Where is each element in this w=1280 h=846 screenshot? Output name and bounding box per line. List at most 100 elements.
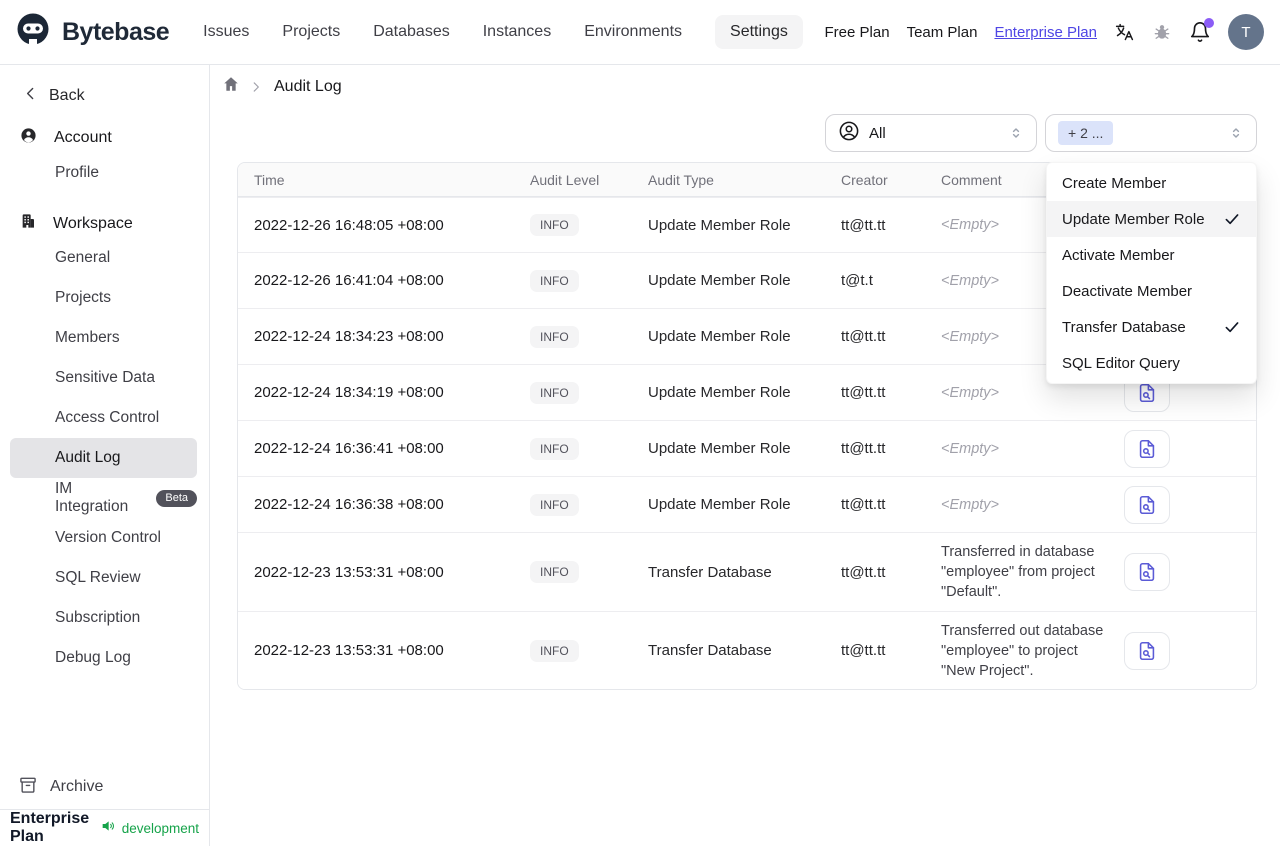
bytebase-logo-icon [14, 11, 52, 54]
plan-footer: Enterprise Plan development [0, 810, 209, 846]
environment-mode-label: development [121, 820, 199, 836]
creator-filter-select[interactable]: All [825, 114, 1037, 152]
selector-icon [1228, 125, 1244, 141]
cell-time: 2022-12-24 18:34:23 +08:00 [254, 328, 444, 345]
brand-name: Bytebase [62, 17, 170, 46]
cell-creator: tt@tt.tt [841, 328, 886, 345]
team-plan-link[interactable]: Team Plan [907, 24, 978, 41]
sidebar-group-workspace: Workspace [20, 213, 209, 234]
cell-creator: tt@tt.tt [841, 440, 886, 457]
level-badge: INFO [530, 325, 579, 348]
cell-level: INFO [530, 493, 648, 516]
cell-comment: Transferred out database "employee" to p… [941, 622, 1104, 679]
cell-audit-type: Update Member Role [648, 216, 791, 234]
bug-report-icon[interactable] [1152, 22, 1172, 42]
nav-item-settings[interactable]: Settings [715, 15, 803, 49]
breadcrumb: Audit Log [222, 75, 342, 98]
cell-creator: t@t.t [841, 272, 873, 289]
menu-item-transfer-database[interactable]: Transfer Database [1047, 309, 1256, 345]
nav-item-instances[interactable]: Instances [483, 23, 551, 41]
sidebar-item-general[interactable]: General [10, 238, 197, 278]
view-detail-button[interactable] [1124, 631, 1170, 670]
sidebar-item-sensitive-data[interactable]: Sensitive Data [10, 358, 197, 398]
menu-item-deactivate-member[interactable]: Deactivate Member [1047, 273, 1256, 309]
cell-comment: <Empty> [941, 496, 1000, 513]
cell-time: 2022-12-23 13:53:31 +08:00 [254, 563, 444, 581]
menu-item-sql-editor-query[interactable]: SQL Editor Query [1047, 345, 1256, 381]
sidebar-item-profile[interactable]: Profile [10, 153, 197, 193]
filter-bar: All + 2 ... [825, 114, 1257, 152]
sidebar-bottom: Archive Enterprise Plan development [0, 765, 209, 846]
view-detail-button[interactable] [1124, 429, 1170, 468]
back-button[interactable]: Back [22, 85, 209, 107]
cell-level: INFO [530, 437, 648, 460]
cell-level: INFO [530, 639, 648, 662]
cell-audit-type: Transfer Database [648, 563, 772, 581]
cell-actions [1124, 485, 1256, 524]
view-detail-button[interactable] [1124, 553, 1170, 591]
cell-level: INFO [530, 561, 648, 583]
cell-creator: tt@tt.tt [841, 642, 886, 659]
cell-actions [1124, 553, 1256, 591]
notification-dot [1204, 18, 1214, 28]
sidebar-item-version-control[interactable]: Version Control [10, 518, 197, 558]
home-icon[interactable] [222, 75, 240, 98]
column-header-creator: Creator [841, 171, 888, 188]
menu-item-label: Transfer Database [1062, 318, 1186, 336]
chevron-left-icon [22, 85, 39, 107]
nav-item-environments[interactable]: Environments [584, 23, 682, 41]
view-detail-button[interactable] [1124, 485, 1170, 524]
free-plan-link[interactable]: Free Plan [825, 24, 890, 41]
user-avatar[interactable]: T [1228, 14, 1264, 50]
back-label: Back [49, 87, 85, 104]
level-badge: INFO [530, 493, 579, 516]
notification-bell-icon[interactable] [1189, 18, 1214, 43]
audit-type-filter-select[interactable]: + 2 ... [1045, 114, 1257, 152]
sidebar-item-access-control[interactable]: Access Control [10, 398, 197, 438]
enterprise-plan-link[interactable]: Enterprise Plan [994, 24, 1097, 41]
cell-audit-type: Update Member Role [648, 496, 791, 513]
cell-audit-type: Transfer Database [648, 642, 772, 659]
level-badge: INFO [530, 269, 579, 292]
archive-icon [18, 775, 38, 800]
cell-actions [1124, 631, 1256, 670]
menu-item-create-member[interactable]: Create Member [1047, 165, 1256, 201]
table-row: 2022-12-23 13:53:31 +08:00 INFO Transfer… [238, 532, 1256, 611]
sidebar-item-sql-review[interactable]: SQL Review [10, 558, 197, 598]
audit-type-filter-menu: Create Member Update Member Role Activat… [1046, 162, 1257, 384]
nav-item-databases[interactable]: Databases [373, 23, 450, 41]
audit-log-page: Audit Log All + 2 ... Time Audit Level A… [210, 65, 1280, 846]
cell-time: 2022-12-26 16:48:05 +08:00 [254, 216, 444, 234]
top-nav: Bytebase Issues Projects Databases Insta… [0, 0, 1280, 65]
main-nav: Issues Projects Databases Instances Envi… [203, 15, 803, 49]
sidebar-item-im-integration[interactable]: IM Integration Beta [10, 478, 197, 518]
column-header-audit-type: Audit Type [648, 171, 714, 188]
sidebar-item-audit-log[interactable]: Audit Log [10, 438, 197, 478]
sidebar-item-subscription[interactable]: Subscription [10, 598, 197, 638]
cell-level: INFO [530, 214, 648, 236]
translate-icon[interactable] [1114, 22, 1135, 43]
level-badge: INFO [530, 214, 579, 236]
sidebar-item-debug-log[interactable]: Debug Log [10, 638, 197, 678]
selector-icon [1008, 125, 1024, 141]
nav-item-issues[interactable]: Issues [203, 23, 249, 41]
menu-item-activate-member[interactable]: Activate Member [1047, 237, 1256, 273]
archive-button[interactable]: Archive [0, 765, 209, 809]
cell-time: 2022-12-23 13:53:31 +08:00 [254, 642, 444, 659]
cell-comment: Transferred in database "employee" from … [941, 544, 1095, 600]
sidebar-item-members[interactable]: Members [10, 318, 197, 358]
menu-item-label: Update Member Role [1062, 210, 1205, 228]
im-integration-label: IM Integration [55, 480, 129, 515]
sidebar-item-projects[interactable]: Projects [10, 278, 197, 318]
person-circle-icon [838, 120, 860, 147]
menu-item-update-member-role[interactable]: Update Member Role [1047, 201, 1256, 237]
cell-comment: <Empty> [941, 384, 1000, 401]
nav-item-projects[interactable]: Projects [282, 23, 340, 41]
cell-creator: tt@tt.tt [841, 496, 886, 513]
table-row: 2022-12-24 16:36:38 +08:00 INFO Update M… [238, 476, 1256, 532]
settings-sidebar: Back Account Profile Workspace General P… [0, 65, 210, 846]
nav-right: Free Plan Team Plan Enterprise Plan T [825, 14, 1264, 50]
chevron-right-icon [249, 80, 263, 94]
level-badge: INFO [530, 639, 579, 662]
brand[interactable]: Bytebase [14, 11, 170, 54]
